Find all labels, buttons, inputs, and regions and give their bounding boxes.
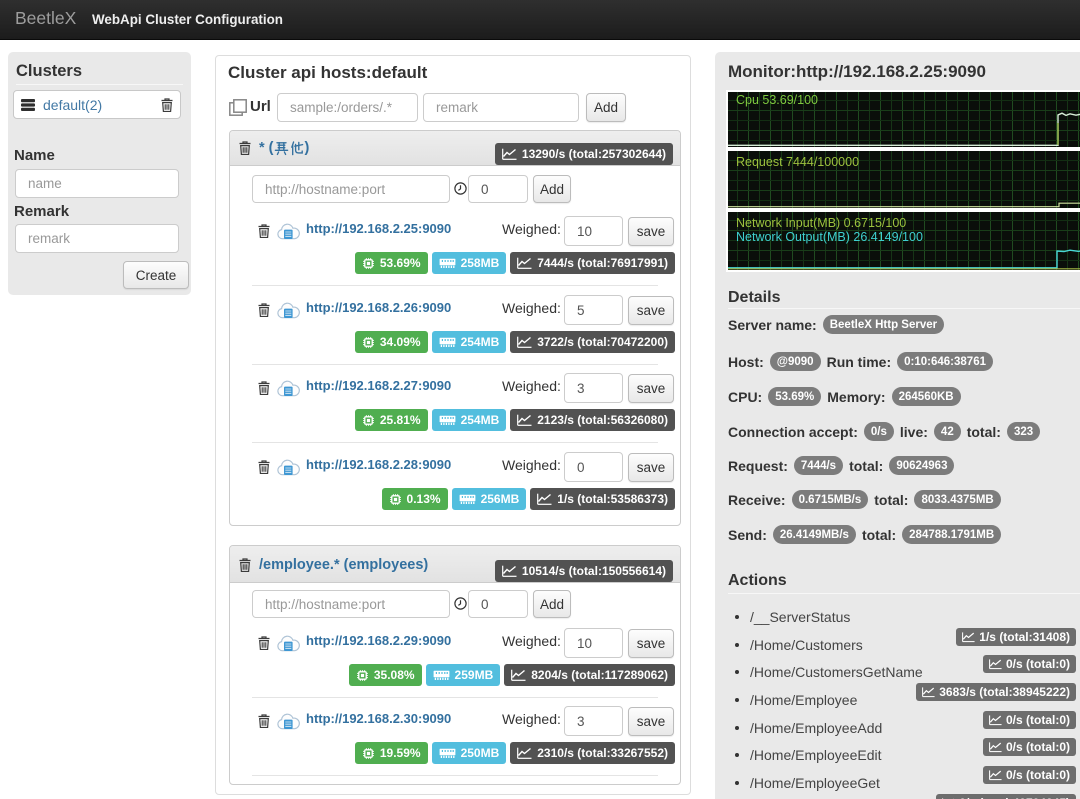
svg-text:Request 7444/100000: Request 7444/100000 [736,155,859,169]
svg-text:Network Output(MB) 26.4149/100: Network Output(MB) 26.4149/100 [736,230,923,244]
svg-text:Cpu 53.69/100: Cpu 53.69/100 [736,93,818,107]
svg-text:Network Input(MB) 0.6715/100: Network Input(MB) 0.6715/100 [736,216,906,230]
